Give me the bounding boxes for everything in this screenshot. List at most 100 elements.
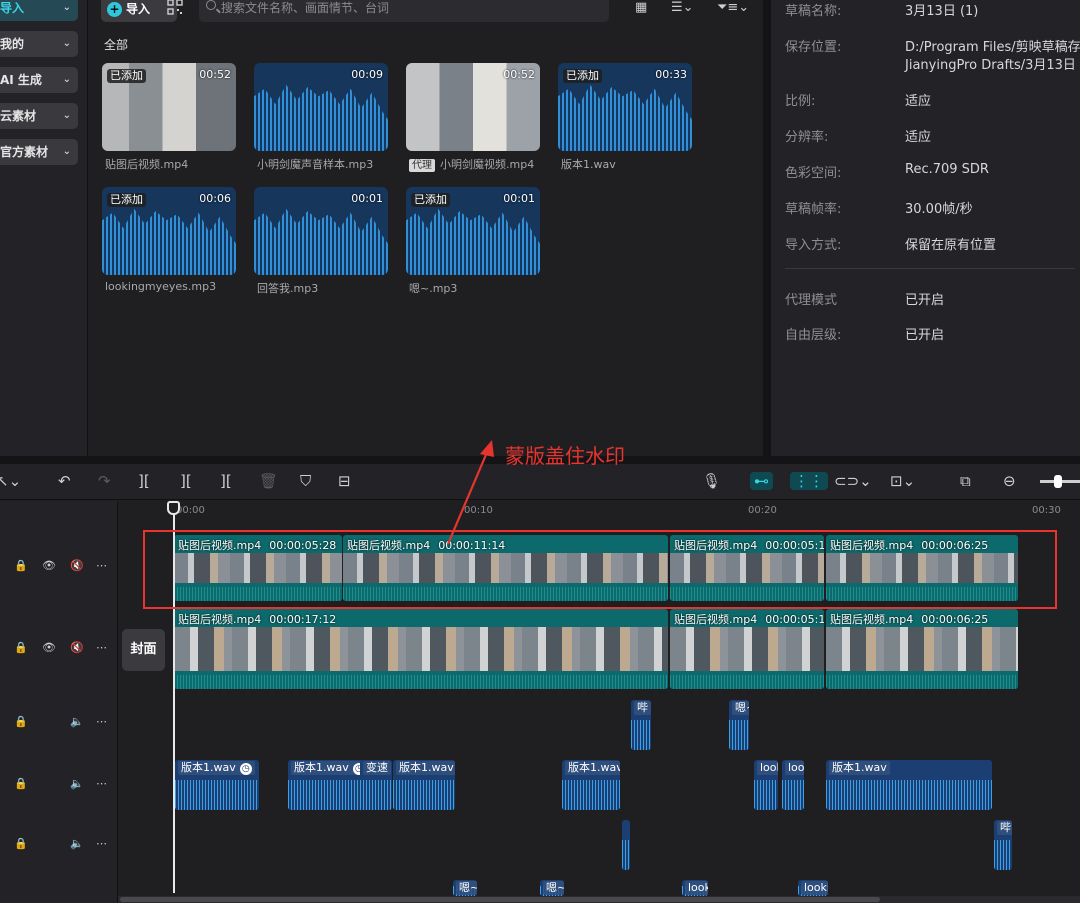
- delete-icon[interactable]: 🗑: [259, 472, 278, 490]
- lock-icon[interactable]: 🔒: [14, 559, 28, 572]
- time-ruler[interactable]: 00:00 00:10 00:20 00:30: [118, 501, 1080, 523]
- proxy-badge: 代理: [409, 159, 435, 172]
- video-clip[interactable]: 贴图后视频.mp4 00:00:05:1: [670, 609, 824, 689]
- qr-code-icon[interactable]: [167, 0, 183, 15]
- sidebar-item-label: 云素材: [0, 109, 37, 123]
- mute-icon[interactable]: 🔇: [70, 559, 84, 572]
- audio-clip[interactable]: 哔: [631, 700, 651, 750]
- audio-clip[interactable]: 嗯~: [540, 880, 564, 896]
- lock-icon[interactable]: 🔒: [14, 777, 28, 790]
- sidebar-item-import[interactable]: 导入 ⌄: [0, 0, 78, 21]
- audio-clip[interactable]: 版本1.wav: [562, 760, 620, 810]
- audio-clip[interactable]: 嗯~: [453, 880, 477, 896]
- clip-waveform: [562, 780, 620, 810]
- main-track-magnet-icon[interactable]: ⊷: [750, 472, 773, 490]
- filter-icon[interactable]: ⏷≡⌄: [717, 0, 749, 15]
- search-icon: [206, 0, 216, 10]
- fullscreen-preview-icon[interactable]: ⧉: [960, 472, 971, 490]
- visibility-icon[interactable]: 👁: [42, 641, 56, 654]
- undo-icon[interactable]: ↶: [58, 472, 71, 490]
- audio-clip[interactable]: 变速: [360, 760, 392, 810]
- more-icon[interactable]: ⋯: [96, 715, 107, 728]
- trim-left-icon[interactable]: ][: [180, 472, 192, 490]
- audio-clip[interactable]: look: [754, 760, 778, 810]
- media-card[interactable]: 00:09: [254, 63, 388, 151]
- search-input[interactable]: 搜索文件名称、画面情节、台词: [199, 0, 609, 22]
- zoom-out-icon[interactable]: ⊖: [1003, 472, 1016, 490]
- lock-icon[interactable]: 🔒: [14, 641, 28, 654]
- volume-icon[interactable]: 🔈: [70, 777, 84, 790]
- media-filename: 贴图后视频.mp4: [105, 158, 189, 171]
- clip-filmstrip: [174, 627, 668, 671]
- lock-icon[interactable]: 🔒: [14, 837, 28, 850]
- preview-axis-icon[interactable]: ⊡⌄: [890, 472, 915, 490]
- import-button[interactable]: + 导入: [101, 0, 177, 22]
- select-tool-icon[interactable]: ↖⌄: [0, 472, 21, 490]
- plus-icon: +: [107, 2, 122, 17]
- audio-clip[interactable]: look: [682, 880, 708, 896]
- more-icon[interactable]: ⋯: [96, 559, 107, 572]
- media-filename: 回答我.mp3: [257, 282, 319, 295]
- clip-title: 版本1.wav: [565, 761, 620, 775]
- sidebar-item-mine[interactable]: 我的 ⌄: [0, 31, 78, 57]
- clip-waveform: [826, 675, 1018, 689]
- audio-clip[interactable]: 版本1.wav: [826, 760, 992, 810]
- more-icon[interactable]: ⋯: [96, 641, 107, 654]
- speed-icon: ◷: [239, 763, 252, 775]
- cover-button[interactable]: 封面: [122, 629, 165, 671]
- prop-label: 分辨率:: [785, 130, 829, 145]
- lock-icon[interactable]: 🔒: [14, 715, 28, 728]
- more-icon[interactable]: ⋯: [96, 777, 107, 790]
- auto-snap-icon[interactable]: ⋮⋮: [790, 472, 828, 490]
- clip-title: 版本1.wav: [829, 761, 890, 775]
- microphone-icon[interactable]: 🎙: [702, 472, 721, 490]
- more-icon[interactable]: ⋯: [96, 837, 107, 850]
- volume-icon[interactable]: 🔈: [70, 837, 84, 850]
- section-label: 全部: [104, 38, 129, 52]
- volume-icon[interactable]: 🔈: [70, 715, 84, 728]
- media-card[interactable]: 00:52: [406, 63, 540, 151]
- timeline-scrollbar[interactable]: [118, 896, 1080, 903]
- subtitle-icon[interactable]: ⊟: [338, 472, 351, 490]
- redo-icon[interactable]: ↷: [98, 472, 111, 490]
- clip-waveform: [622, 840, 630, 870]
- trim-right-icon[interactable]: ][: [220, 472, 232, 490]
- sort-icon[interactable]: ☰⌄: [671, 0, 694, 15]
- sidebar-item-ai[interactable]: AI 生成 ⌄: [0, 67, 78, 93]
- clip-title: 嗯~: [732, 701, 749, 715]
- clip-title: 版本1.wav ◷: [178, 761, 255, 775]
- audio-clip[interactable]: 哔: [994, 820, 1012, 870]
- grid-view-icon[interactable]: ▦: [635, 0, 647, 15]
- audio-clip[interactable]: lookii: [798, 880, 828, 896]
- video-clip[interactable]: 贴图后视频.mp4 00:00:17:12: [174, 609, 668, 689]
- sidebar-item-cloud[interactable]: 云素材 ⌄: [0, 103, 78, 129]
- media-card[interactable]: 已添加 00:01: [406, 187, 540, 275]
- media-card[interactable]: 已添加 00:06: [102, 187, 236, 275]
- audio-clip[interactable]: 版本1.wav ◷: [175, 760, 259, 810]
- audio-clip[interactable]: lool: [782, 760, 804, 810]
- sidebar-item-official[interactable]: 官方素材 ⌄: [0, 139, 78, 165]
- split-icon[interactable]: ][: [138, 472, 150, 490]
- waveform-thumbnail: [102, 208, 236, 275]
- search-placeholder: 搜索文件名称、画面情节、台词: [221, 1, 390, 15]
- prop-value: 已开启: [905, 293, 945, 308]
- media-card[interactable]: 00:01: [254, 187, 388, 275]
- video-clip[interactable]: 贴图后视频.mp4 00:00:06:25: [826, 609, 1018, 689]
- scrollbar-thumb[interactable]: [120, 897, 880, 902]
- visibility-icon[interactable]: 👁: [42, 559, 56, 572]
- audio-clip[interactable]: 版本1.wav: [393, 760, 455, 810]
- media-card[interactable]: 已添加 00:52: [102, 63, 236, 151]
- media-card[interactable]: 已添加 00:33: [558, 63, 692, 151]
- prop-value: JianyingPro Drafts/3月13日: [905, 58, 1076, 73]
- zoom-slider-handle[interactable]: [1054, 475, 1062, 488]
- media-filename: 嗯~.mp3: [409, 282, 458, 295]
- mute-icon[interactable]: 🔇: [70, 641, 84, 654]
- panel-divider[interactable]: [763, 0, 771, 456]
- marker-icon[interactable]: ⛉: [300, 472, 311, 490]
- audio-clip[interactable]: 嗯~: [729, 700, 749, 750]
- duration-label: 00:01: [503, 192, 535, 205]
- prop-value: 保留在原有位置: [905, 238, 997, 253]
- audio-clip[interactable]: [622, 820, 630, 870]
- playhead-handle[interactable]: [167, 501, 180, 515]
- link-icon[interactable]: ⊂⊃⌄: [834, 472, 872, 490]
